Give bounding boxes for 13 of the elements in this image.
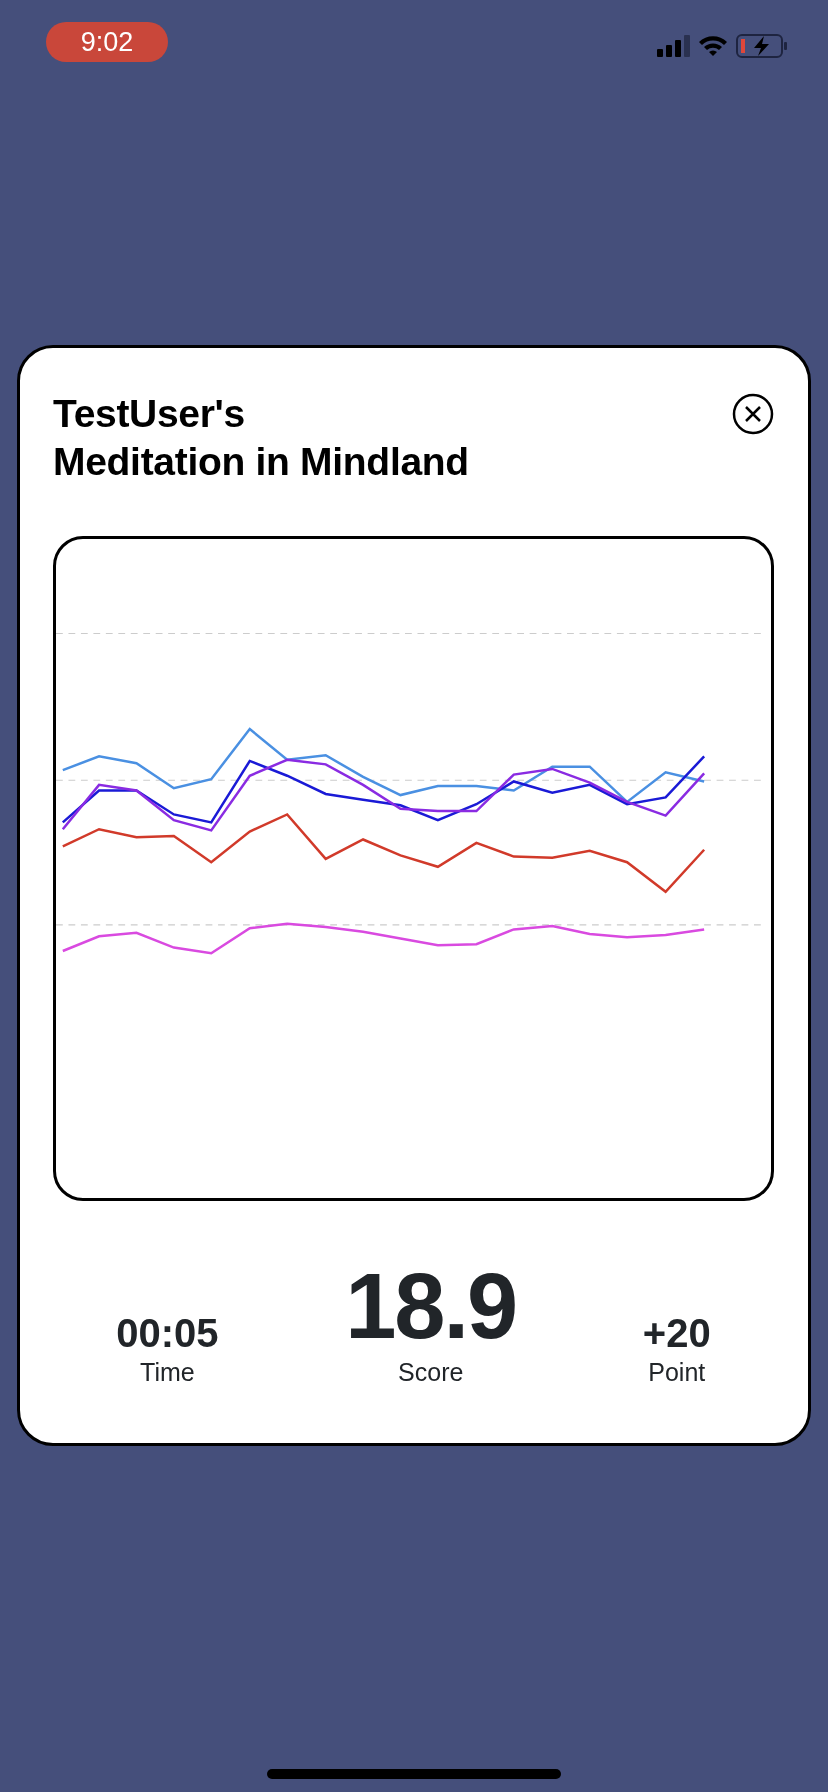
stat-value: 00:05 — [116, 1310, 219, 1356]
stat-value: 18.9 — [345, 1256, 517, 1356]
title-text: Meditation in Mindland — [53, 439, 469, 485]
close-button[interactable] — [732, 393, 774, 435]
wifi-icon — [698, 35, 728, 57]
stat-label: Point — [647, 1357, 707, 1388]
stat-value: +20 — [642, 1310, 711, 1356]
stat-label: Time — [139, 1357, 196, 1388]
title-text: TestUser's — [53, 391, 246, 437]
battery-charging-icon — [736, 34, 788, 58]
status-time: 9:02 — [46, 22, 168, 62]
stat-label: Score — [397, 1357, 465, 1388]
signal-icon — [657, 35, 690, 57]
